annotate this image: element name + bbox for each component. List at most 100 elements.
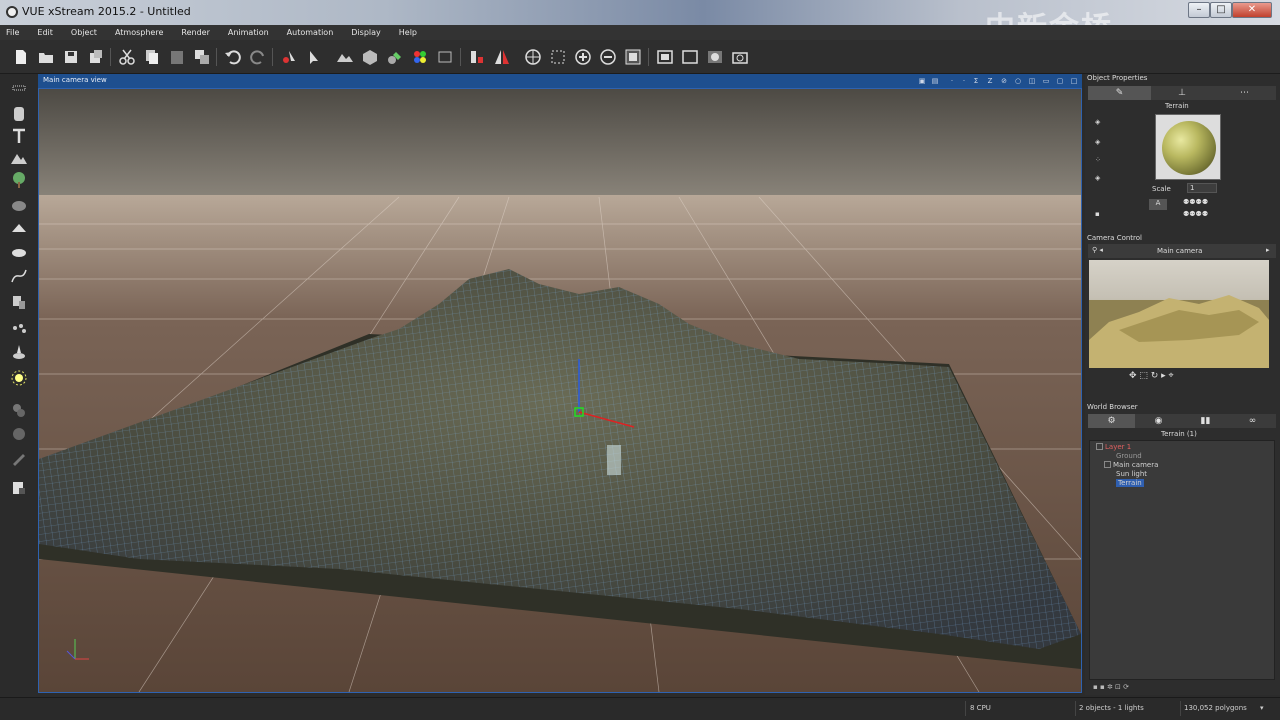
- material-flags-icon[interactable]: ⚉⚉⚉⚉: [1183, 198, 1208, 206]
- menu-atmosphere[interactable]: Atmosphere: [115, 28, 163, 37]
- view-layout-icon[interactable]: ▣: [918, 77, 926, 85]
- split-icon[interactable]: [468, 48, 486, 66]
- material-tool-icon[interactable]: ◈: [1095, 118, 1100, 126]
- view-options-icon[interactable]: ▤: [931, 77, 939, 85]
- next-camera-icon[interactable]: ▸: [1266, 246, 1270, 254]
- camera-snapshot-icon[interactable]: [731, 48, 749, 66]
- tab-objects[interactable]: ⚙: [1088, 414, 1135, 428]
- terrain-tool-icon[interactable]: [10, 149, 28, 167]
- replicate-icon[interactable]: [10, 293, 28, 311]
- paste-icon[interactable]: [168, 48, 186, 66]
- material-icon[interactable]: [386, 48, 404, 66]
- viewport-tool-icon[interactable]: Σ: [972, 77, 980, 85]
- viewport-tool-icon[interactable]: ⊘: [1000, 77, 1008, 85]
- camera-options-icon[interactable]: ⚲ ◂: [1092, 246, 1103, 254]
- colors-icon[interactable]: [411, 48, 429, 66]
- material-preview[interactable]: [1155, 114, 1221, 180]
- material-flags-icon[interactable]: ⚉⚉⚉⚉: [1183, 210, 1208, 218]
- material-tool-icon[interactable]: ▪: [1095, 210, 1100, 218]
- hypertexture-icon[interactable]: [10, 425, 28, 443]
- cloud-icon[interactable]: [10, 219, 28, 237]
- menu-animation[interactable]: Animation: [228, 28, 269, 37]
- text-icon[interactable]: [10, 127, 28, 145]
- main-camera-viewport[interactable]: [38, 88, 1082, 693]
- close-button[interactable]: ✕: [1232, 2, 1272, 18]
- frame-icon[interactable]: [624, 48, 642, 66]
- camera-navigation-icons[interactable]: ✥ ⬚ ↻ ▸ ⌖: [1129, 371, 1174, 381]
- undo-icon[interactable]: [224, 48, 242, 66]
- viewport-tool-icon[interactable]: ·: [960, 77, 968, 85]
- light-icon[interactable]: [10, 343, 28, 361]
- tab-links[interactable]: ∞: [1229, 414, 1276, 428]
- status-menu-icon[interactable]: ▾: [1260, 704, 1264, 712]
- save-as-icon[interactable]: [87, 48, 105, 66]
- viewport-tool-icon[interactable]: ▢: [1056, 77, 1064, 85]
- tab-numerics[interactable]: ⊥: [1151, 86, 1213, 100]
- material-tool-icon[interactable]: ◈: [1095, 138, 1100, 146]
- viewport-tool-icon[interactable]: ◫: [1028, 77, 1036, 85]
- brush-icon[interactable]: [10, 449, 28, 467]
- globe-icon[interactable]: [524, 48, 542, 66]
- tree-item-terrain[interactable]: Terrain: [1116, 479, 1144, 487]
- scale-input[interactable]: 1: [1187, 183, 1217, 193]
- viewport-tool-icon[interactable]: ▭: [1042, 77, 1050, 85]
- menu-help[interactable]: Help: [399, 28, 417, 37]
- move-icon[interactable]: [305, 48, 323, 66]
- cut-icon[interactable]: [118, 48, 136, 66]
- rock-icon[interactable]: [10, 195, 28, 213]
- open-icon[interactable]: [37, 48, 55, 66]
- mirror-icon[interactable]: [493, 48, 511, 66]
- world-browser-actions[interactable]: ▪ ▪ ✲ ⊡ ⟳: [1093, 683, 1129, 691]
- viewport-tool-icon[interactable]: Z: [986, 77, 994, 85]
- menu-render[interactable]: Render: [181, 28, 209, 37]
- viewport-tool-icon[interactable]: ○: [1014, 77, 1022, 85]
- camera-selector[interactable]: ⚲ ◂ Main camera ▸: [1088, 244, 1276, 258]
- duplicate-icon[interactable]: [193, 48, 211, 66]
- sun-icon[interactable]: [10, 369, 28, 387]
- mapping-mode-select[interactable]: A: [1149, 199, 1167, 210]
- scene-render[interactable]: [39, 89, 1081, 692]
- plant-icon[interactable]: [10, 171, 28, 189]
- tree-item-ground[interactable]: Ground: [1116, 452, 1142, 460]
- menu-display[interactable]: Display: [351, 28, 381, 37]
- cylinder-icon[interactable]: [10, 105, 28, 123]
- maximize-button[interactable]: □: [1210, 2, 1232, 18]
- copy-icon[interactable]: [143, 48, 161, 66]
- menu-automation[interactable]: Automation: [287, 28, 334, 37]
- camera-preview[interactable]: [1089, 260, 1269, 368]
- material-tool-icon[interactable]: ◈: [1095, 174, 1100, 182]
- explode-icon[interactable]: [10, 319, 28, 337]
- menu-object[interactable]: Object: [71, 28, 97, 37]
- render-icon[interactable]: [656, 48, 674, 66]
- metaball-icon[interactable]: [10, 401, 28, 419]
- redo-icon[interactable]: [249, 48, 267, 66]
- material-tool-icon[interactable]: ⁘: [1095, 156, 1101, 164]
- save-icon[interactable]: [62, 48, 80, 66]
- object-icon[interactable]: [361, 48, 379, 66]
- tree-item-main-camera[interactable]: Main camera: [1104, 461, 1158, 469]
- align-icon[interactable]: [436, 48, 454, 66]
- sphere-primitive-icon[interactable]: [10, 83, 28, 101]
- water-icon[interactable]: [10, 243, 28, 261]
- new-icon[interactable]: [12, 48, 30, 66]
- terrain-icon[interactable]: [336, 48, 354, 66]
- zoom-out-icon[interactable]: [599, 48, 617, 66]
- tree-item-sun-light[interactable]: Sun light: [1116, 470, 1147, 478]
- tree-item-layer[interactable]: Layer 1: [1096, 443, 1131, 451]
- render-layers-icon[interactable]: [706, 48, 724, 66]
- zoom-in-icon[interactable]: [574, 48, 592, 66]
- curve-icon[interactable]: [10, 267, 28, 285]
- menu-file[interactable]: File: [6, 28, 19, 37]
- minimize-button[interactable]: –: [1188, 2, 1210, 18]
- render-area-icon[interactable]: [681, 48, 699, 66]
- tab-aspect[interactable]: ✎: [1088, 86, 1151, 100]
- grid-icon[interactable]: [549, 48, 567, 66]
- tab-animation[interactable]: ⋯: [1213, 86, 1276, 100]
- tab-functions[interactable]: ▮▮: [1182, 414, 1229, 428]
- viewport-tool-icon[interactable]: ·: [948, 77, 956, 85]
- menu-edit[interactable]: Edit: [37, 28, 53, 37]
- viewport-tool-icon[interactable]: □: [1070, 77, 1078, 85]
- tab-materials[interactable]: ◉: [1135, 414, 1182, 428]
- zoom-fit-icon[interactable]: [10, 479, 28, 497]
- select-icon[interactable]: [280, 48, 298, 66]
